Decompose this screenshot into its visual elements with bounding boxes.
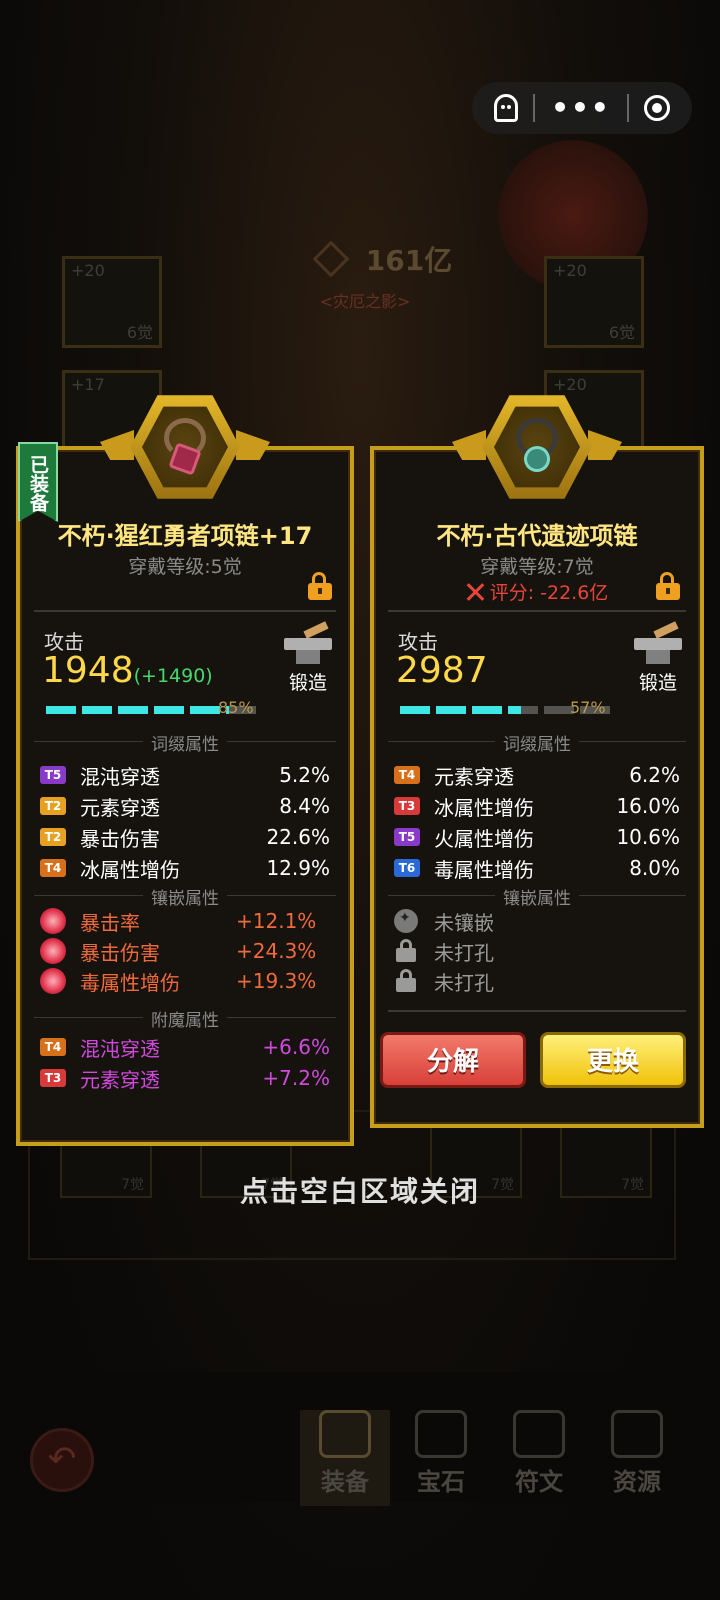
- affix-row: T2 元素穿透 8.4%: [40, 791, 330, 821]
- item-name: 不朽·猩红勇者项链+17: [57, 522, 313, 550]
- progress-segment: [154, 706, 184, 714]
- lock-icon: [396, 939, 416, 963]
- enchant-row: T4 混沌穿透 +6.6%: [40, 1032, 330, 1062]
- anvil-icon: [280, 621, 336, 666]
- attack-bonus: (+1490): [133, 665, 213, 687]
- affix-row: T6 毒属性增伤 8.0%: [394, 853, 680, 883]
- red-gem-icon: [40, 938, 66, 964]
- red-necklace-icon: [158, 418, 212, 476]
- bg-equip-slot[interactable]: +20 6觉: [544, 256, 644, 348]
- anvil-icon: [630, 621, 686, 666]
- capsule-divider: [626, 94, 629, 122]
- armor-icon: [319, 1410, 371, 1458]
- tier-badge: T4: [40, 859, 66, 877]
- affix-row: T3 冰属性增伤 16.0%: [394, 791, 680, 821]
- target-icon[interactable]: [644, 95, 671, 121]
- inlay-row: 毒属性增伤 +19.3%: [40, 966, 330, 996]
- affix-row: T4 元素穿透 6.2%: [394, 760, 680, 790]
- progress-segment: [118, 706, 148, 714]
- capsule-divider: [533, 94, 536, 122]
- compare-item-card: 不朽·古代遗迹项链 穿戴等级:7觉 评分: -22.6亿 攻击 2987 锻造 …: [370, 395, 704, 1128]
- affix-section-title: 词缀属性: [34, 730, 336, 755]
- affix-row: T5 混沌穿透 5.2%: [40, 760, 330, 790]
- tab-equipment[interactable]: 装备: [300, 1410, 390, 1506]
- progress-segment: [436, 706, 466, 714]
- tier-badge: T3: [394, 797, 420, 815]
- divider: [388, 1010, 686, 1012]
- decompose-button[interactable]: 分解: [380, 1032, 526, 1088]
- inlay-row: 暴击伤害 +24.3%: [40, 936, 330, 966]
- divider: [34, 610, 336, 612]
- power-value: 161亿: [365, 244, 453, 277]
- background-power: 161亿: [245, 240, 525, 278]
- inlay-row[interactable]: 未打孔: [394, 966, 680, 996]
- inlay-row: 暴击率 +12.1%: [40, 906, 330, 936]
- tab-runes[interactable]: 符文: [494, 1410, 584, 1506]
- affix-row: T4 冰属性增伤 12.9%: [40, 853, 330, 883]
- wear-level: 穿戴等级:5觉: [128, 556, 242, 578]
- attack-value: 2987: [396, 650, 488, 691]
- progress-segment: [190, 706, 220, 714]
- affix-row: T2 暴击伤害 22.6%: [40, 822, 330, 852]
- system-capsule: •••: [472, 82, 692, 134]
- affix-section-title: 词缀属性: [388, 730, 686, 755]
- red-gem-icon: [40, 908, 66, 934]
- item-name: 不朽·古代遗迹项链: [436, 522, 638, 550]
- attack-value: 1948(+1490): [42, 650, 213, 691]
- item-crest: [100, 392, 270, 512]
- forge-button[interactable]: 锻造: [628, 621, 688, 700]
- tier-badge: T3: [40, 1069, 66, 1087]
- more-icon[interactable]: •••: [551, 94, 611, 122]
- tier-badge: T2: [40, 797, 66, 815]
- tier-badge: T6: [394, 859, 420, 877]
- divider: [388, 610, 686, 612]
- close-hint[interactable]: 点击空白区域关闭: [0, 1170, 720, 1210]
- gem-icon: [415, 1410, 467, 1458]
- red-gem-icon: [40, 968, 66, 994]
- progress-segment: [82, 706, 112, 714]
- forge-progress-text: 85%: [218, 698, 254, 717]
- resource-icon: [611, 1410, 663, 1458]
- affix-row: T5 火属性增伤 10.6%: [394, 822, 680, 852]
- tier-badge: T5: [394, 828, 420, 846]
- equipped-badge: 已装备: [18, 442, 58, 522]
- bg-equip-slot[interactable]: +20 6觉: [62, 256, 162, 348]
- lock-icon: [396, 969, 416, 993]
- rune-icon: [513, 1410, 565, 1458]
- ghost-icon[interactable]: [493, 94, 518, 122]
- progress-segment: [46, 706, 76, 714]
- tab-gems[interactable]: 宝石: [396, 1410, 486, 1506]
- empty-socket-icon: [394, 909, 418, 933]
- back-arrow-icon: ↶: [47, 1439, 77, 1479]
- enchant-section-title: 附魔属性: [34, 1006, 336, 1031]
- forge-button[interactable]: 锻造: [278, 621, 338, 700]
- enchant-row: T3 元素穿透 +7.2%: [40, 1063, 330, 1093]
- inlay-row[interactable]: 未打孔: [394, 936, 680, 966]
- progress-segment: [508, 706, 538, 714]
- unlock-icon[interactable]: [656, 572, 680, 600]
- tier-badge: T2: [40, 828, 66, 846]
- inlay-row[interactable]: 未镶嵌: [394, 906, 680, 936]
- background-title: <灾厄之影>: [319, 292, 411, 311]
- unlock-icon[interactable]: [308, 572, 332, 600]
- tab-resources[interactable]: 资源: [592, 1410, 682, 1506]
- back-button[interactable]: ↶: [30, 1428, 94, 1492]
- green-necklace-icon: [510, 418, 564, 476]
- sword-icon: [312, 240, 350, 278]
- item-crest: [452, 392, 622, 512]
- wear-level: 穿戴等级:7觉: [480, 556, 594, 578]
- equipped-item-card: 已装备 不朽·猩红勇者项链+17 穿戴等级:5觉 攻击 1948(+1490) …: [16, 395, 354, 1146]
- progress-segment: [472, 706, 502, 714]
- forge-progress-text: 57%: [570, 698, 606, 717]
- replace-button[interactable]: 更换: [540, 1032, 686, 1088]
- tier-badge: T4: [394, 766, 420, 784]
- progress-segment: [400, 706, 430, 714]
- score-line: 评分: -22.6亿: [374, 578, 700, 605]
- tier-badge: T5: [40, 766, 66, 784]
- tier-badge: T4: [40, 1038, 66, 1056]
- crossed-swords-icon: [466, 583, 484, 601]
